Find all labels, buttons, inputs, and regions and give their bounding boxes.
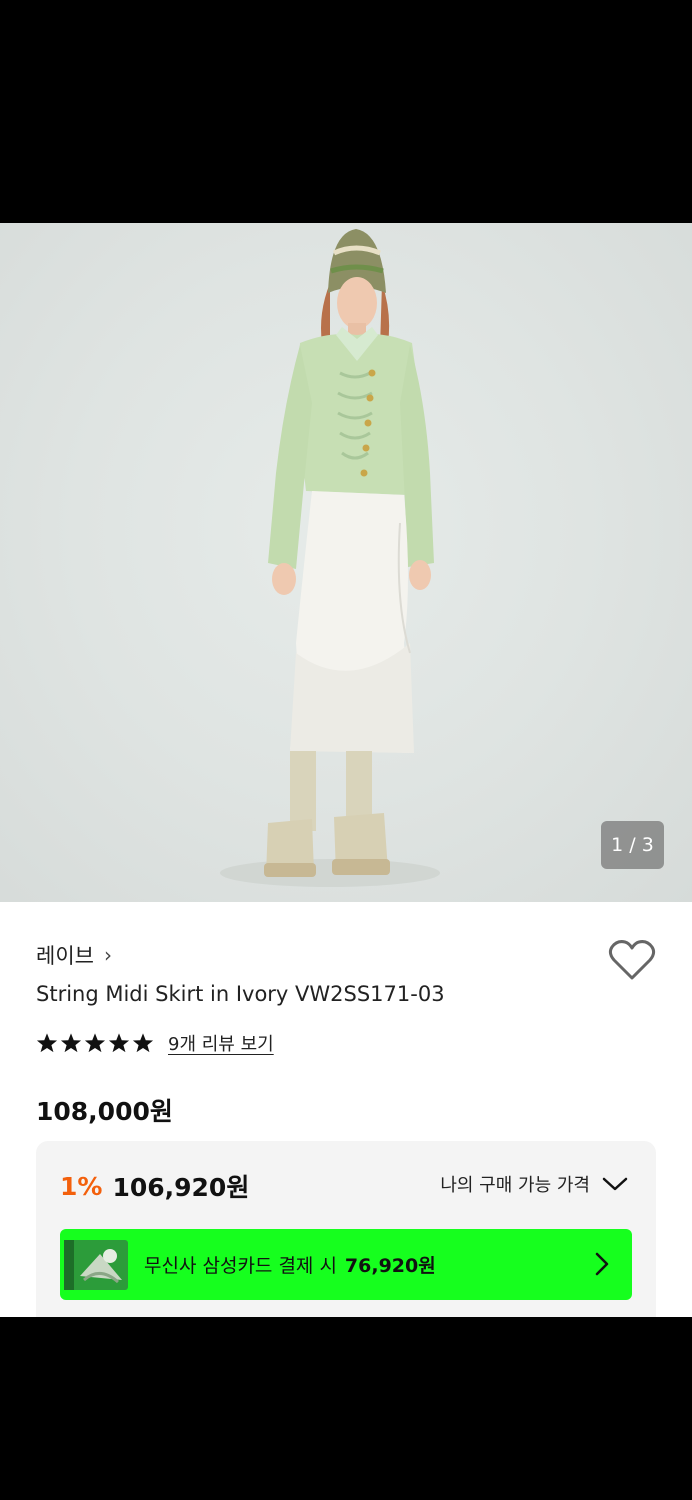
image-counter: 1 / 3 <box>601 821 664 869</box>
review-link[interactable]: 9개 리뷰 보기 <box>168 1030 274 1056</box>
top-black-bar <box>0 0 692 223</box>
model-illustration <box>220 229 440 887</box>
discount-row: 1% 106,920원 <box>60 1168 249 1204</box>
product-title: String Midi Skirt in Ivory VW2SS171-03 <box>36 982 445 1006</box>
chevron-down-icon <box>602 1177 628 1191</box>
star-icon <box>108 1033 130 1053</box>
heart-icon[interactable] <box>608 938 656 982</box>
brand-name: 레이브 <box>36 944 94 968</box>
card-offer-price: 76,920원 <box>344 1255 436 1277</box>
chevron-right-icon: › <box>103 943 112 967</box>
my-price-label: 나의 구매 가능 가격 <box>440 1175 590 1196</box>
product-info: 레이브 › String Midi Skirt in Ivory VW2SS17… <box>0 902 692 1317</box>
original-price: 108,000원 <box>36 1097 173 1126</box>
star-icon <box>84 1033 106 1053</box>
brand-link[interactable]: 레이브 › <box>36 940 112 970</box>
discount-price: 106,920원 <box>112 1173 250 1202</box>
card-offer-text: 무신사 삼성카드 결제 시 76,920원 <box>144 1251 436 1278</box>
card-thumbnail-icon <box>60 1235 134 1294</box>
bottom-black-bar <box>0 1317 692 1500</box>
star-icon <box>132 1033 154 1053</box>
card-offer-label: 무신사 삼성카드 결제 시 <box>144 1255 337 1277</box>
rating-row: 9개 리뷰 보기 <box>36 1030 274 1056</box>
my-price-toggle[interactable]: 나의 구매 가능 가격 <box>440 1171 628 1197</box>
discount-percent: 1% <box>60 1171 103 1201</box>
chevron-right-icon <box>595 1252 609 1276</box>
price-box: 1% 106,920원 나의 구매 가능 가격 무신사 삼성카드 결제 시 76… <box>36 1141 656 1317</box>
star-icon <box>60 1033 82 1053</box>
card-offer-banner[interactable]: 무신사 삼성카드 결제 시 76,920원 <box>60 1229 632 1300</box>
product-image[interactable]: 1 / 3 <box>0 223 692 902</box>
rating-stars <box>36 1032 154 1054</box>
star-icon <box>36 1033 58 1053</box>
